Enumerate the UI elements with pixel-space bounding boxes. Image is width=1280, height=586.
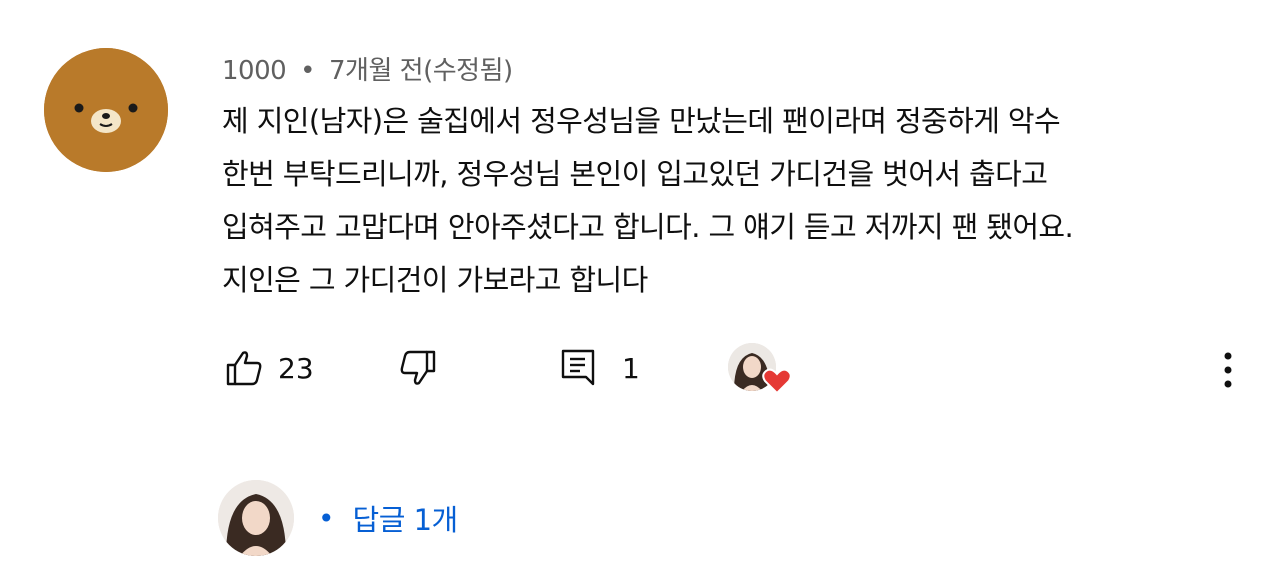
comment-timestamp[interactable]: 7개월 전(수정됨) — [329, 56, 513, 86]
heart-icon — [762, 368, 792, 395]
reply-count: 1 — [622, 351, 640, 385]
vertical-dots-icon — [1224, 352, 1232, 388]
thumbs-up-icon — [226, 351, 262, 386]
replies-count-link[interactable]: 답글 1개 — [353, 497, 459, 539]
comment-line: 입혀주고 고맙다며 안아주셨다고 합니다. 그 얘기 듣고 저까지 팬 됐어요. — [222, 210, 1074, 244]
comment-line: 제 지인(남자)은 술집에서 정우성님을 만났는데 팬이라며 정중하게 악수 — [222, 104, 1061, 138]
comment-meta: 1000 • 7개월 전(수정됨) — [222, 50, 513, 87]
meta-separator: • — [300, 56, 316, 86]
comment-thread: 1000 • 7개월 전(수정됨) 제 지인(남자)은 술집에서 정우성님을 만났는… — [0, 0, 1280, 586]
creator-heart-badge — [728, 343, 794, 401]
comment-body: 제 지인(남자)은 술집에서 정우성님을 만났는데 팬이라며 정중하게 악수 한… — [222, 95, 1222, 307]
view-replies[interactable]: • 답글 1개 — [218, 478, 458, 558]
bear-face-icon — [44, 48, 168, 172]
reply-comment-icon — [561, 349, 595, 386]
reply-button[interactable]: 1 — [560, 348, 640, 388]
comment-line: 한번 부탁드리니까, 정우성님 본인이 입고있던 가디건을 벗어서 춥다고 — [222, 157, 1048, 191]
like-count: 23 — [278, 351, 314, 385]
person-photo-icon — [218, 480, 294, 556]
comment-line: 지인은 그 가디건이 가보라고 합니다 — [222, 263, 648, 297]
author-avatar[interactable] — [44, 48, 168, 172]
more-actions-button[interactable] — [1216, 348, 1240, 392]
replier-avatar — [218, 480, 294, 556]
thumbs-down-icon — [400, 350, 436, 385]
like-button[interactable]: 23 — [224, 348, 314, 388]
dislike-button[interactable] — [398, 348, 438, 388]
comment-actions: 23 1 — [0, 340, 1280, 400]
author-name[interactable]: 1000 — [222, 56, 287, 86]
replies-separator: • — [318, 501, 335, 535]
